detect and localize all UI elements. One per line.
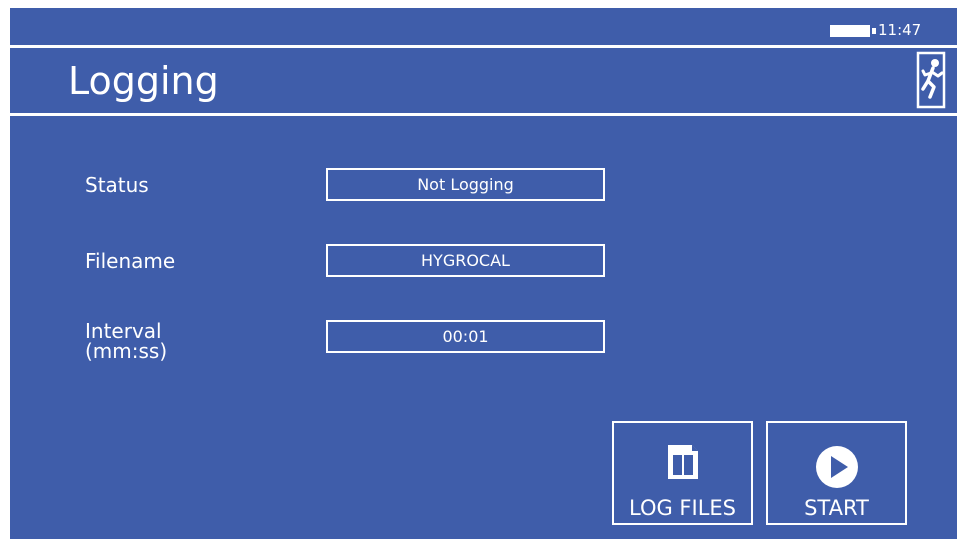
interval-field[interactable]: 00:01	[326, 320, 605, 353]
page-title: Logging	[68, 59, 219, 103]
start-label: START	[804, 496, 869, 520]
filename-value: HYGROCAL	[421, 251, 510, 270]
start-button[interactable]: START	[766, 421, 907, 525]
file-icon	[667, 442, 700, 479]
status-field[interactable]: Not Logging	[326, 168, 605, 201]
battery-tip	[872, 28, 876, 34]
log-files-label: LOG FILES	[629, 496, 736, 520]
header-bottom-divider	[10, 113, 957, 116]
header-top-divider	[10, 45, 957, 48]
log-files-button[interactable]: LOG FILES	[612, 421, 753, 525]
battery-icon	[830, 25, 870, 37]
status-label: Status	[85, 173, 149, 197]
play-icon	[815, 446, 858, 488]
exit-icon[interactable]	[916, 51, 946, 109]
interval-value: 00:01	[442, 327, 489, 346]
logging-screen: 11:47 Logging Status Not Logging Filenam…	[10, 8, 957, 539]
status-value: Not Logging	[417, 175, 514, 194]
interval-label-line1: Interval	[85, 319, 162, 343]
interval-label-line2: (mm:ss)	[85, 339, 168, 363]
filename-label: Filename	[85, 249, 176, 273]
clock-time: 11:47	[878, 21, 922, 39]
filename-field[interactable]: HYGROCAL	[326, 244, 605, 277]
